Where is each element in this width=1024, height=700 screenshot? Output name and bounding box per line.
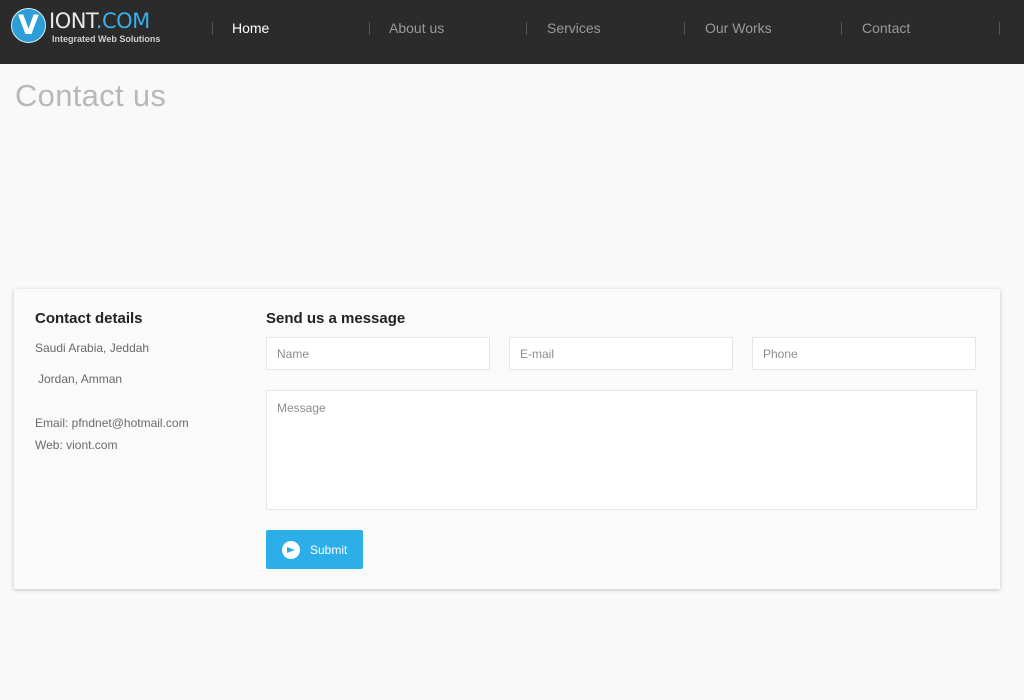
page-title: Contact us [15, 78, 167, 113]
contact-details-title: Contact details [35, 310, 143, 327]
nav-about-us[interactable]: About us [389, 20, 444, 36]
header: V IONT.COM Integrated Web Solutions Home… [0, 0, 1024, 64]
phone-input[interactable] [752, 337, 976, 370]
nav-home[interactable]: Home [232, 20, 269, 36]
contact-web: Web: viont.com [35, 438, 118, 452]
arrow-circle-right-icon [282, 541, 300, 559]
nav-separator [212, 22, 213, 35]
nav-contact[interactable]: Contact [862, 20, 910, 36]
contact-card: Contact details Saudi Arabia, Jeddah Jor… [14, 289, 1000, 589]
name-input[interactable] [266, 337, 490, 370]
nav-separator [526, 22, 527, 35]
nav-separator [684, 22, 685, 35]
submit-button[interactable]: Submit [266, 530, 363, 569]
address-jeddah: Saudi Arabia, Jeddah [35, 341, 150, 355]
main-nav: Home About us Services Our Works Contact [0, 0, 1024, 64]
address-amman: Jordan, Amman [38, 372, 123, 386]
contact-email: Email: pfndnet@hotmail.com [35, 416, 189, 430]
nav-services[interactable]: Services [547, 20, 601, 36]
nav-our-works[interactable]: Our Works [705, 20, 772, 36]
send-message-title: Send us a message [266, 310, 406, 327]
message-textarea[interactable] [266, 390, 977, 510]
nav-separator [999, 22, 1000, 35]
nav-separator [841, 22, 842, 35]
email-input[interactable] [509, 337, 733, 370]
submit-label: Submit [310, 543, 348, 557]
nav-separator [369, 22, 370, 35]
